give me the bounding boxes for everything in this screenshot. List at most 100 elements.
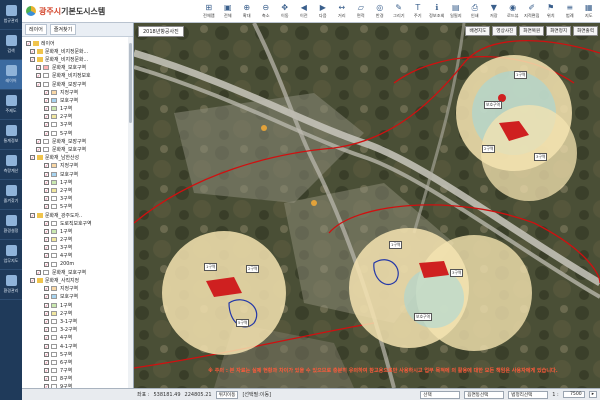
tool-button-1[interactable]: ▣ 전체 [218, 0, 237, 22]
layer-checkbox[interactable]: ✓ [44, 220, 49, 226]
layer-checkbox[interactable]: ✓ [44, 179, 49, 185]
layer-row[interactable]: ✓ 4구역 [26, 334, 133, 342]
layer-checkbox[interactable]: ✓ [44, 97, 49, 103]
layer-checkbox[interactable]: ✓ [30, 212, 35, 218]
layer-checkbox[interactable]: ✓ [44, 310, 49, 316]
layer-row[interactable]: ✓ 8구역 [26, 375, 133, 383]
tool-button-2[interactable]: ⊕ 확대 [237, 0, 256, 22]
layer-row[interactable]: ✓ 문화재_광주도자.. [26, 211, 133, 219]
layer-checkbox[interactable]: ✓ [44, 237, 49, 243]
layer-checkbox[interactable]: ✓ [44, 368, 49, 374]
tool-button-8[interactable]: ▱ 면적 [351, 0, 370, 22]
layer-row[interactable]: ✓ 2구역 [26, 113, 133, 121]
tool-button-10[interactable]: ✎ 그리기 [389, 0, 408, 22]
layer-checkbox[interactable]: ✓ [44, 351, 49, 357]
layer-checkbox[interactable]: ✓ [30, 48, 35, 54]
nav-item-1[interactable]: 검색 [0, 30, 22, 60]
layer-checkbox[interactable]: ✓ [36, 81, 41, 87]
layer-row[interactable]: ✓ 지정구역 [26, 285, 133, 293]
layer-row[interactable]: ✓ 레이어 [26, 39, 133, 47]
layer-row[interactable]: ✓ 3구역 [26, 195, 133, 203]
nav-item-8[interactable]: 업무지도 [0, 240, 22, 270]
layer-row[interactable]: ✓ 1구역 [26, 227, 133, 235]
layer-checkbox[interactable]: ✓ [44, 343, 49, 349]
layer-row[interactable]: ✓ 도로직보호구역 [26, 219, 133, 227]
map-button-4[interactable]: 화면출력 [573, 26, 598, 36]
layer-checkbox[interactable]: ✓ [44, 187, 49, 193]
layer-checkbox[interactable]: ✓ [44, 253, 49, 259]
move-position-button[interactable]: 위치이동 [215, 390, 239, 399]
tool-button-0[interactable]: ⊞ 전체맵 [199, 0, 218, 22]
layer-checkbox[interactable]: ✓ [44, 89, 49, 95]
layer-checkbox[interactable]: ✓ [44, 327, 49, 333]
layer-row[interactable]: ✓ 지정구역 [26, 88, 133, 96]
layer-row[interactable]: ✓ 3-2구역 [26, 326, 133, 334]
layer-checkbox[interactable]: ✓ [36, 65, 41, 71]
ri-select[interactable]: 법정리선택 [508, 390, 549, 399]
layer-row[interactable]: ✓ 3구역 [26, 121, 133, 129]
nav-item-9[interactable]: 환경관리 [0, 270, 22, 300]
layer-row[interactable]: ✓ 문화재_비지정보호 [26, 72, 133, 80]
layer-row[interactable]: ✓ 문화재_보호구역 [26, 145, 133, 153]
layer-row[interactable]: ✓ 4-1구역 [26, 342, 133, 350]
tab-favorites[interactable]: 즐겨찾기 [49, 24, 77, 35]
region-select[interactable]: 선택 [420, 390, 461, 399]
layer-row[interactable]: ✓ 지정구역 [26, 162, 133, 170]
tool-button-5[interactable]: ◀ 이전 [294, 0, 313, 22]
layer-row[interactable]: ✓ 문화재_보호구역 [26, 64, 133, 72]
tool-button-6[interactable]: ▶ 다음 [313, 0, 332, 22]
layer-checkbox[interactable]: ✓ [36, 147, 41, 153]
map-button-1[interactable]: 영상사진 [492, 26, 518, 36]
layer-row[interactable]: ✓ 문화재_보호구역 [26, 268, 133, 276]
layer-checkbox[interactable]: ✓ [44, 196, 49, 202]
map-button-0[interactable]: 배경지도 [465, 26, 491, 36]
nav-item-5[interactable]: 측량계산 [0, 150, 22, 180]
nav-item-3[interactable]: 주제도 [0, 90, 22, 120]
tab-layer[interactable]: 레이어 [25, 24, 47, 35]
layer-row[interactable]: ✓ 5구역 [26, 203, 133, 211]
layer-checkbox[interactable]: ✓ [26, 40, 31, 46]
tool-button-18[interactable]: ⚑ 위치 [541, 0, 560, 22]
tool-button-3[interactable]: ⊖ 축소 [256, 0, 275, 22]
tool-button-14[interactable]: ⎙ 인쇄 [465, 0, 484, 22]
layer-checkbox[interactable]: ✓ [44, 204, 49, 210]
layer-row[interactable]: ✓ 1구역 [26, 105, 133, 113]
layer-row[interactable]: ✓ 문화재_남한산성 [26, 154, 133, 162]
layer-checkbox[interactable]: ✓ [44, 376, 49, 382]
layer-row[interactable]: ✓ 보호구역 [26, 293, 133, 301]
layer-row[interactable]: ✓ 2구역 [26, 236, 133, 244]
layer-row[interactable]: ✓ 1구역 [26, 301, 133, 309]
layer-checkbox[interactable]: ✓ [44, 130, 49, 136]
nav-item-7[interactable]: 환경설정 [0, 210, 22, 240]
map-view[interactable]: 2018년항공사진 배경지도 영상사진 화면복원 화면정지 화면출력 1구역 2구역 3… [134, 23, 600, 388]
tool-button-12[interactable]: ℹ 정보조회 [427, 0, 446, 22]
layer-row[interactable]: ✓ 문화재_보장구역 [26, 80, 133, 88]
layer-checkbox[interactable]: ✓ [44, 261, 49, 267]
tool-button-16[interactable]: ◉ 로드뷰 [503, 0, 522, 22]
nav-item-0[interactable]: 법규관리 [0, 0, 22, 30]
nav-item-6[interactable]: 즐겨찾기 [0, 180, 22, 210]
layer-row[interactable]: ✓ 3-1구역 [26, 317, 133, 325]
tool-button-20[interactable]: ▦ 지도 [579, 0, 598, 22]
layer-row[interactable]: ✓ 문화재_비지정문화... [26, 55, 133, 63]
layer-checkbox[interactable]: ✓ [44, 245, 49, 251]
layer-row[interactable]: ✓ 200m [26, 260, 133, 268]
layer-checkbox[interactable]: ✓ [44, 106, 49, 112]
layer-row[interactable]: ✓ 보호구역 [26, 96, 133, 104]
nav-item-2[interactable]: 레이어 [0, 60, 22, 90]
layer-row[interactable]: ✓ 1구역 [26, 178, 133, 186]
layer-checkbox[interactable]: ✓ [36, 73, 41, 79]
layer-checkbox[interactable]: ✓ [44, 114, 49, 120]
tool-button-11[interactable]: T 주기 [408, 0, 427, 22]
layer-checkbox[interactable]: ✓ [36, 269, 41, 275]
tool-button-9[interactable]: ◎ 반경 [370, 0, 389, 22]
layer-checkbox[interactable]: ✓ [44, 335, 49, 341]
tool-button-17[interactable]: ✐ 지적편집 [522, 0, 541, 22]
layer-row[interactable]: ✓ 7구역 [26, 367, 133, 375]
layer-row[interactable]: ✓ 2구역 [26, 309, 133, 317]
tool-button-13[interactable]: ▤ 일필지 [446, 0, 465, 22]
layer-row[interactable]: ✓ 보호구역 [26, 170, 133, 178]
tool-button-7[interactable]: ↔ 거리 [332, 0, 351, 22]
layer-row[interactable]: ✓ 문화재_사직지정 [26, 276, 133, 284]
layer-checkbox[interactable]: ✓ [44, 286, 49, 292]
